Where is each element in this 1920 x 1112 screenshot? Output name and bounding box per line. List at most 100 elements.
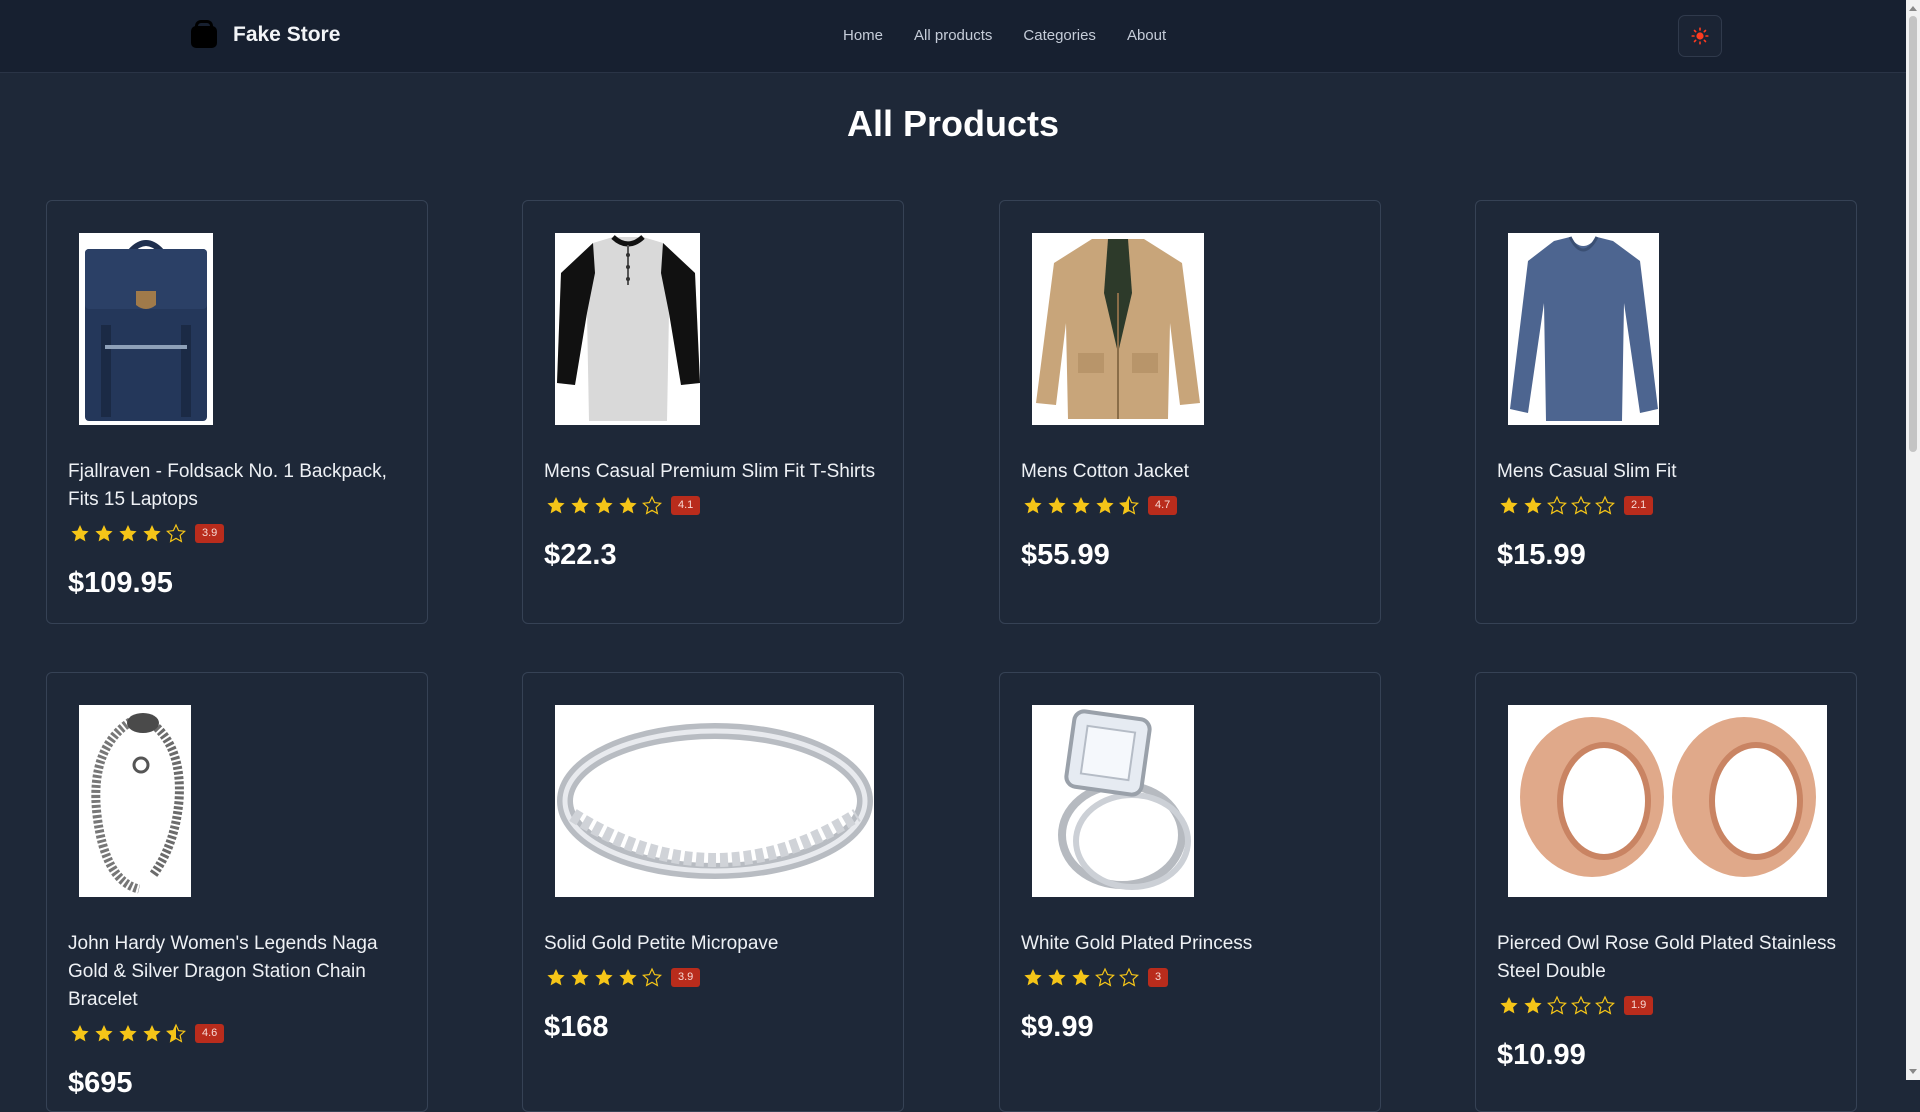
product-price: $55.99	[1021, 539, 1110, 571]
star-icon	[547, 497, 565, 514]
nav-links: Home All products Categories About	[843, 27, 1197, 44]
product-image[interactable]	[79, 705, 191, 897]
star-icon	[143, 525, 161, 542]
product-image[interactable]	[1032, 233, 1204, 425]
tunnel-plugs-image	[1508, 705, 1827, 897]
product-title[interactable]: White Gold Plated Princess	[1021, 930, 1361, 958]
product-rating: 4.7	[1021, 495, 1178, 515]
shopping-bag-icon	[189, 20, 219, 50]
nav-categories[interactable]: Categories	[1023, 27, 1096, 44]
star-icon	[71, 525, 89, 542]
star-icon	[1571, 995, 1591, 1015]
micropave-ring-image	[555, 705, 874, 897]
product-title[interactable]: Solid Gold Petite Micropave	[544, 930, 884, 958]
product-rating: 2.1	[1497, 495, 1654, 515]
product-image[interactable]	[79, 233, 213, 425]
rating-badge: 1.9	[1624, 995, 1654, 1015]
product-title[interactable]: Mens Cotton Jacket	[1021, 458, 1361, 486]
product-image[interactable]	[1508, 705, 1827, 897]
product-title[interactable]: Pierced Owl Rose Gold Plated Stainless S…	[1497, 930, 1837, 986]
star-icon	[1119, 967, 1139, 987]
scroll-up-arrow[interactable]	[1909, 6, 1917, 11]
star-icon	[119, 525, 137, 542]
star-icon	[595, 969, 613, 986]
page-title: All Products	[846, 103, 1060, 144]
star-icon	[1024, 497, 1042, 514]
star-icon	[119, 1025, 137, 1042]
product-card[interactable]: Mens Casual Slim Fit 2.1 $15.99	[1475, 200, 1857, 624]
star-icon	[1096, 497, 1114, 514]
backpack-image	[79, 233, 213, 425]
star-icon	[642, 967, 662, 987]
rating-badge: 3.9	[195, 523, 225, 543]
product-card[interactable]: Mens Casual Premium Slim Fit T-Shirts 4.…	[522, 200, 904, 624]
star-icon	[1500, 997, 1518, 1014]
star-icon	[166, 523, 186, 543]
product-title[interactable]: Fjallraven - Foldsack No. 1 Backpack, Fi…	[68, 458, 408, 514]
product-price: $10.99	[1497, 1039, 1586, 1071]
product-rating: 3.9	[68, 523, 225, 543]
product-title[interactable]: Mens Casual Premium Slim Fit T-Shirts	[544, 458, 884, 486]
tshirt-image	[555, 233, 700, 425]
princess-ring-image	[1032, 705, 1194, 897]
star-icon	[595, 497, 613, 514]
product-price: $109.95	[68, 567, 173, 599]
star-icon	[95, 1025, 113, 1042]
star-icon	[619, 497, 637, 514]
product-rating: 4.1	[544, 495, 701, 515]
theme-toggle-button[interactable]	[1678, 15, 1722, 57]
star-icon	[1048, 497, 1066, 514]
product-card[interactable]: Fjallraven - Foldsack No. 1 Backpack, Fi…	[46, 200, 428, 624]
scroll-down-arrow[interactable]	[1909, 1069, 1917, 1074]
page-scrollbar[interactable]	[1906, 0, 1920, 1080]
star-icon	[95, 525, 113, 542]
product-rating: 1.9	[1497, 995, 1654, 1015]
product-rating: 4.6	[68, 1023, 225, 1043]
jacket-image	[1032, 233, 1204, 425]
product-card[interactable]: Solid Gold Petite Micropave 3.9 $168	[522, 672, 904, 1112]
star-icon	[1072, 969, 1090, 986]
product-price: $15.99	[1497, 539, 1586, 571]
product-image[interactable]	[1032, 705, 1194, 897]
star-icon	[642, 495, 662, 515]
rating-badge: 4.6	[195, 1023, 225, 1043]
product-rating: 3.9	[544, 967, 701, 987]
product-title[interactable]: John Hardy Women's Legends Naga Gold & S…	[68, 930, 408, 1014]
product-card[interactable]: John Hardy Women's Legends Naga Gold & S…	[46, 672, 428, 1112]
long-sleeve-shirt-image	[1508, 233, 1659, 425]
product-price: $9.99	[1021, 1011, 1094, 1043]
star-icon	[143, 1025, 161, 1042]
product-rating: 3	[1021, 967, 1169, 987]
star-icon	[1524, 497, 1542, 514]
navbar: Fake Store Home All products Categories …	[0, 0, 1906, 73]
star-icon	[1119, 495, 1139, 515]
star-icon	[1595, 495, 1615, 515]
product-price: $695	[68, 1067, 133, 1099]
product-card[interactable]: Mens Cotton Jacket 4.7 $55.99	[999, 200, 1381, 624]
product-card[interactable]: White Gold Plated Princess 3 $9.99	[999, 672, 1381, 1112]
star-icon	[571, 497, 589, 514]
product-price: $22.3	[544, 539, 617, 571]
star-icon	[1524, 997, 1542, 1014]
product-card[interactable]: Pierced Owl Rose Gold Plated Stainless S…	[1475, 672, 1857, 1112]
star-icon	[547, 969, 565, 986]
rating-badge: 4.7	[1148, 495, 1178, 515]
product-image[interactable]	[555, 233, 700, 425]
product-image[interactable]	[1508, 233, 1659, 425]
star-icon	[1595, 995, 1615, 1015]
star-icon	[1571, 495, 1591, 515]
brand-link[interactable]: Fake Store	[189, 20, 340, 50]
star-icon	[71, 1025, 89, 1042]
rating-badge: 3	[1148, 967, 1169, 987]
brand-name: Fake Store	[233, 23, 341, 46]
star-icon	[571, 969, 589, 986]
product-title[interactable]: Mens Casual Slim Fit	[1497, 458, 1837, 486]
nav-about[interactable]: About	[1127, 27, 1166, 44]
nav-home[interactable]: Home	[843, 27, 883, 44]
star-icon	[1547, 995, 1567, 1015]
star-icon	[1500, 497, 1518, 514]
rating-badge: 2.1	[1624, 495, 1654, 515]
nav-all-products[interactable]: All products	[914, 27, 992, 44]
scroll-thumb[interactable]	[1909, 16, 1917, 452]
product-image[interactable]	[555, 705, 874, 897]
